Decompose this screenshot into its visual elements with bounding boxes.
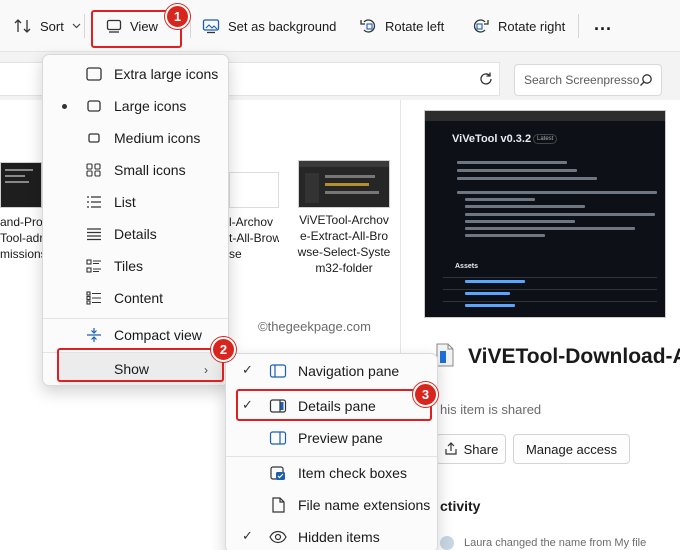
file-title: ViVETool-Download-A [468, 345, 680, 368]
rotate-left-button[interactable]: Rotate left [359, 14, 444, 38]
preview-text-line [457, 169, 577, 172]
preview-text-line [465, 205, 585, 208]
share-icon [445, 442, 457, 455]
preview-pane-icon [269, 431, 287, 445]
menu-item-small-icons[interactable]: Small icons [43, 154, 228, 186]
toolbar-divider [84, 14, 85, 38]
menu-item-medium-icons[interactable]: Medium icons [43, 122, 228, 154]
menu-item-list[interactable]: List [43, 186, 228, 218]
activity-heading: ctivity [440, 498, 481, 514]
menu-item-large-icons[interactable]: Large icons [43, 90, 228, 122]
rotate-right-icon [473, 19, 489, 33]
check-box-icon [270, 466, 285, 480]
sort-icon [14, 19, 31, 33]
search-icon [640, 74, 652, 86]
refresh-button[interactable] [470, 62, 502, 96]
submenu-item-hidden-items[interactable]: ✓ Hidden items [226, 521, 437, 550]
selected-bullet-icon [62, 104, 67, 109]
set-background-icon [202, 19, 220, 34]
step-badge-1: 1 [165, 4, 190, 29]
navigation-pane-icon [269, 364, 287, 378]
submenu-item-navigation-pane[interactable]: ✓ Navigation pane [226, 355, 437, 387]
step-badge-3: 3 [413, 382, 438, 407]
file-thumbnail[interactable] [298, 160, 390, 208]
preview-text-line [465, 234, 545, 237]
manage-access-label: Manage access [525, 441, 618, 457]
file-thumbnail[interactable] [229, 172, 279, 208]
tiles-icon [86, 259, 101, 273]
details-icon [87, 228, 101, 241]
chevron-down-icon [72, 23, 81, 29]
medium-icons-icon [88, 133, 100, 143]
preview-asset-row [443, 289, 657, 301]
preview-text-line [465, 213, 655, 216]
zip-file-icon [436, 343, 454, 367]
preview-asset-row [443, 301, 657, 313]
sort-label: Sort [40, 18, 64, 34]
menu-item-content[interactable]: Content [43, 282, 228, 314]
watermark: ©thegeekpage.com [258, 319, 371, 334]
eye-icon [269, 530, 287, 544]
file-icon [272, 497, 285, 513]
file-thumbnail[interactable] [0, 162, 42, 208]
manage-access-button[interactable]: Manage access [513, 434, 630, 464]
activity-entry: Laura changed the name from My file [464, 537, 647, 549]
search-box[interactable]: Search Screenpresso [514, 64, 662, 96]
check-icon: ✓ [242, 362, 253, 377]
sort-button[interactable]: Sort [14, 14, 81, 38]
avatar [440, 536, 454, 550]
refresh-icon [480, 72, 492, 85]
toolbar-divider [190, 14, 191, 38]
toolbar-divider [578, 14, 579, 38]
preview-title: ViVeTool v0.3.2 [452, 133, 532, 145]
file-name[interactable]: ViVETool-Archov e-Extract-All-Bro wse-Se… [294, 212, 394, 276]
preview-text-line [457, 161, 567, 164]
small-icons-icon [86, 163, 101, 177]
share-button[interactable]: Share [436, 434, 506, 464]
menu-item-details[interactable]: Details [43, 218, 228, 250]
set-background-label: Set as background [228, 18, 337, 34]
set-as-background-button[interactable]: Set as background [202, 14, 336, 38]
preview-text-line [457, 177, 597, 180]
menu-item-tiles[interactable]: Tiles [43, 250, 228, 282]
rotate-right-label: Rotate right [498, 18, 566, 34]
shared-status: his item is shared [440, 402, 542, 417]
preview-text-line [465, 220, 575, 223]
step-badge-2: 2 [211, 337, 236, 362]
compact-view-icon [87, 328, 101, 342]
preview-text-line [457, 191, 657, 194]
preview-text-line [465, 227, 635, 230]
content-icon [86, 291, 101, 305]
large-icons-icon [87, 100, 101, 112]
show-submenu: ✓ Navigation pane ✓ Details pane Preview… [225, 353, 438, 550]
preview-assets-heading: Assets [455, 263, 478, 270]
list-icon [87, 196, 101, 208]
rotate-left-label: Rotate left [385, 18, 445, 34]
highlight-details-pane-item [236, 389, 432, 421]
check-icon: ✓ [242, 528, 253, 543]
rotate-right-button[interactable]: Rotate right [472, 14, 565, 38]
more-options-button[interactable]: ... [594, 12, 612, 36]
extra-large-icons-icon [86, 67, 102, 81]
file-name[interactable]: l-Archov t-All-Brow se [229, 214, 279, 262]
preview-tag: Latest [533, 134, 558, 144]
search-placeholder: Search Screenpresso [524, 73, 640, 87]
submenu-item-file-name-extensions[interactable]: File name extensions [226, 489, 437, 521]
submenu-item-item-check-boxes[interactable]: Item check boxes [226, 457, 437, 489]
preview-image: ViVeTool v0.3.2 Latest Assets [424, 110, 666, 318]
preview-browser-bar [425, 111, 665, 121]
preview-asset-row [443, 277, 657, 289]
share-label: Share [463, 441, 499, 457]
highlight-show-item [57, 348, 224, 382]
preview-text-line [465, 198, 535, 201]
menu-item-compact-view[interactable]: Compact view [43, 319, 228, 351]
submenu-item-preview-pane[interactable]: Preview pane [226, 422, 437, 454]
menu-item-extra-large-icons[interactable]: Extra large icons [43, 58, 228, 90]
file-name[interactable]: and-Pro Tool-adr missions [0, 214, 46, 262]
view-menu: Extra large icons Large icons Medium ico… [42, 54, 229, 386]
rotate-left-icon [360, 19, 376, 33]
